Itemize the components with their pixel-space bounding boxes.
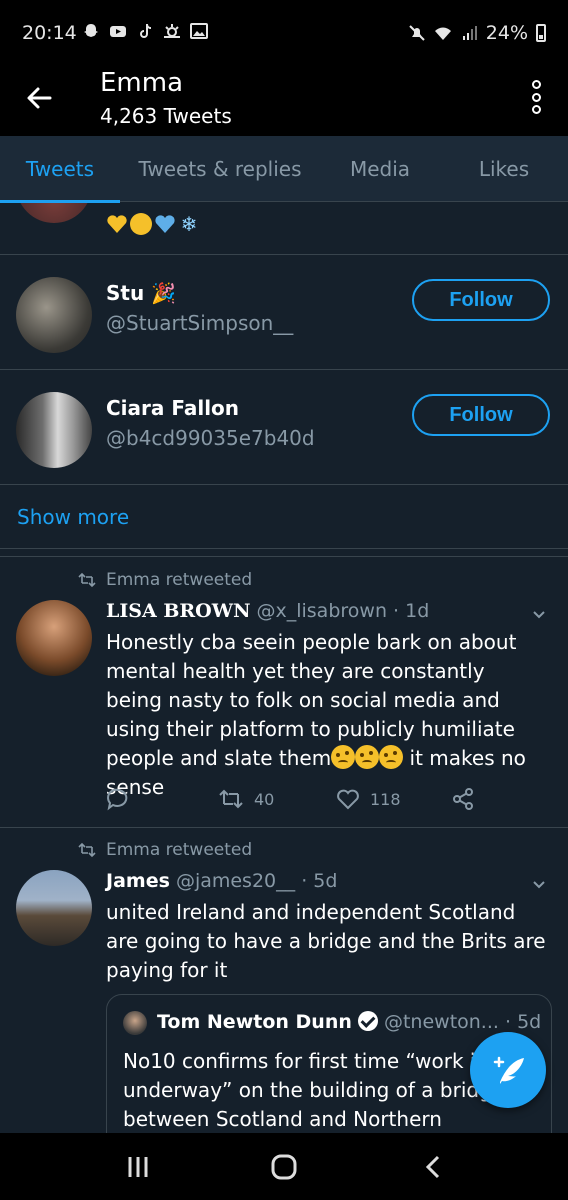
woozy-face-icon bbox=[379, 745, 404, 769]
signal-icon bbox=[462, 26, 477, 40]
woozy-face-icon bbox=[355, 745, 380, 769]
tweet-author-name[interactable]: James bbox=[106, 870, 170, 892]
avatar[interactable] bbox=[16, 203, 92, 223]
woozy-face-icon bbox=[331, 745, 356, 769]
follow-button[interactable]: Follow bbox=[412, 394, 550, 436]
follow-button[interactable]: Follow bbox=[412, 279, 550, 321]
retweet-small-icon bbox=[78, 572, 96, 588]
snowflake-icon: ❄ bbox=[180, 212, 198, 236]
party-popper-icon: 🎉 bbox=[151, 281, 177, 305]
chevron-down-icon[interactable] bbox=[532, 608, 546, 622]
share-icon bbox=[453, 788, 473, 810]
tweet-text: united Ireland and independent Scotland … bbox=[106, 900, 546, 982]
tweet-author-name[interactable]: LISA BROWN bbox=[106, 600, 250, 622]
retweet-indicator: Emma retweeted bbox=[78, 840, 252, 860]
tab-tweets-and-replies[interactable]: Tweets & replies bbox=[120, 136, 320, 202]
avatar[interactable] bbox=[16, 392, 92, 468]
user-name: Ciara Fallon bbox=[106, 396, 240, 420]
section-divider bbox=[0, 549, 568, 557]
profile-name: Emma bbox=[100, 68, 184, 98]
recent-apps-icon[interactable] bbox=[118, 1151, 158, 1183]
face-emoji-icon bbox=[130, 213, 152, 235]
profile-tabs: Tweets Tweets & replies Media Likes bbox=[0, 136, 568, 203]
quoted-tweet-time: · 5d bbox=[504, 1011, 542, 1033]
tweet-author-handle: @x_lisabrown bbox=[256, 600, 387, 622]
blue-heart-icon bbox=[154, 213, 176, 235]
tweet-time: · 5d bbox=[301, 870, 338, 892]
battery-percent: 24% bbox=[485, 22, 528, 44]
tab-media[interactable]: Media bbox=[320, 136, 440, 202]
retweet-button[interactable]: 40 bbox=[218, 787, 274, 811]
tweet-author-handle: @james20__ bbox=[175, 870, 296, 892]
status-bar: 20:14 24% bbox=[0, 0, 568, 66]
show-more-link[interactable]: Show more bbox=[0, 485, 568, 549]
mute-icon bbox=[409, 25, 425, 41]
tab-likes[interactable]: Likes bbox=[440, 136, 568, 202]
avatar[interactable] bbox=[16, 870, 92, 946]
share-button[interactable] bbox=[451, 787, 475, 811]
back-arrow-icon[interactable] bbox=[20, 78, 60, 118]
more-options-icon[interactable] bbox=[530, 80, 542, 114]
compose-feather-icon bbox=[493, 1056, 524, 1084]
tweet-text: Honestly cba seein people bark on about … bbox=[106, 630, 526, 799]
retweet-small-icon bbox=[78, 842, 96, 858]
quoted-tweet-header: Tom Newton Dunn @tnewton... · 5d bbox=[157, 1011, 541, 1033]
heart-icon bbox=[337, 789, 359, 810]
youtube-icon bbox=[110, 26, 126, 37]
status-time: 20:14 bbox=[22, 22, 77, 44]
tweet-header: James @james20__ · 5d bbox=[106, 870, 337, 892]
show-more-label[interactable]: Show more bbox=[17, 505, 129, 529]
reply-button[interactable] bbox=[106, 787, 130, 811]
tweet[interactable]: Emma retweeted LISA BROWN @x_lisabrown ·… bbox=[0, 558, 568, 828]
compose-tweet-button[interactable] bbox=[470, 1032, 546, 1108]
retweeted-by-text: Emma retweeted bbox=[106, 570, 253, 590]
yellow-heart-icon bbox=[106, 213, 128, 235]
like-button[interactable]: 118 bbox=[336, 787, 401, 811]
avatar bbox=[123, 1011, 147, 1035]
tweet-actions: 40 118 bbox=[106, 787, 546, 817]
reply-icon bbox=[107, 788, 128, 811]
snapchat-icon bbox=[84, 24, 98, 37]
chevron-down-icon[interactable] bbox=[532, 878, 546, 892]
quoted-tweet-text: No10 confirms for first time “work is un… bbox=[123, 1049, 505, 1131]
tweet-header: LISA BROWN @x_lisabrown · 1d bbox=[106, 600, 429, 622]
avatar[interactable] bbox=[16, 277, 92, 353]
timeline[interactable]: ❄ Stu 🎉 @StuartSimpson__ Follow Ciara Fa… bbox=[0, 203, 568, 1133]
tab-tweets[interactable]: Tweets bbox=[0, 136, 120, 203]
retweet-icon bbox=[219, 789, 243, 809]
retweet-count: 40 bbox=[254, 789, 275, 809]
weather-icon bbox=[164, 24, 180, 38]
retweet-indicator: Emma retweeted bbox=[78, 570, 252, 590]
retweeted-by-text: Emma retweeted bbox=[106, 840, 253, 860]
verified-badge-icon bbox=[357, 1011, 378, 1031]
notification-icons bbox=[82, 22, 208, 40]
status-right: 24% bbox=[408, 22, 546, 44]
quoted-author-handle: @tnewton... bbox=[383, 1011, 499, 1033]
back-nav-icon[interactable] bbox=[414, 1151, 454, 1183]
avatar[interactable] bbox=[16, 600, 92, 676]
profile-header: Emma 4,263 Tweets bbox=[0, 66, 568, 136]
quoted-author-name: Tom Newton Dunn bbox=[157, 1011, 352, 1033]
tweet-count: 4,263 Tweets bbox=[100, 104, 232, 128]
user-handle: @StuartSimpson__ bbox=[106, 311, 294, 335]
suggested-user-row[interactable]: Stu 🎉 @StuartSimpson__ Follow bbox=[0, 255, 568, 370]
user-bio-emojis: ❄ bbox=[106, 213, 200, 235]
suggested-user-row[interactable]: Ciara Fallon @b4cd99035e7b40d Follow bbox=[0, 370, 568, 485]
user-name: Stu 🎉 bbox=[106, 281, 177, 305]
system-nav-bar bbox=[0, 1133, 568, 1200]
wifi-icon bbox=[434, 27, 451, 40]
suggested-user-row-partial[interactable]: ❄ bbox=[0, 203, 568, 255]
tweet-time: · 1d bbox=[393, 600, 430, 622]
tiktok-icon bbox=[140, 24, 151, 38]
battery-icon bbox=[536, 24, 546, 42]
like-count: 118 bbox=[370, 789, 401, 809]
home-icon[interactable] bbox=[264, 1151, 304, 1183]
user-handle: @b4cd99035e7b40d bbox=[106, 426, 315, 450]
gallery-icon bbox=[190, 23, 208, 39]
